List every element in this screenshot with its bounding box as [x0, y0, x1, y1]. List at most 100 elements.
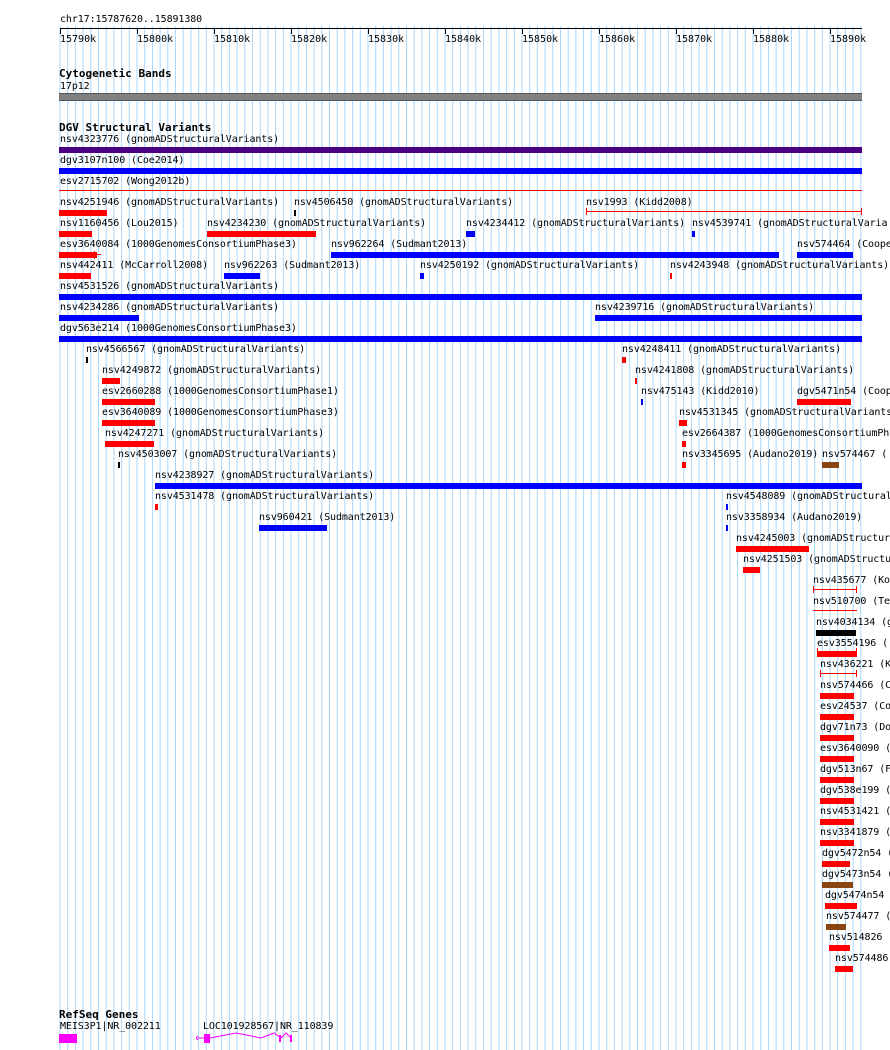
- variant-bar[interactable]: [682, 462, 686, 468]
- variant-bar[interactable]: [59, 147, 862, 153]
- variant-bar[interactable]: [102, 420, 155, 426]
- variant-bar[interactable]: [813, 589, 857, 590]
- variant-label[interactable]: nsv4323776 (gnomADStructuralVariants): [60, 134, 279, 146]
- variant-label[interactable]: nsv4251503 (gnomADStructu: [743, 554, 890, 566]
- variant-bar[interactable]: [820, 840, 854, 846]
- variant-label[interactable]: dgv71n73 (Do: [820, 722, 890, 734]
- variant-bar[interactable]: [155, 483, 862, 489]
- variant-bar[interactable]: [595, 315, 862, 321]
- variant-bar[interactable]: [820, 819, 854, 825]
- gene-meis3p1[interactable]: [59, 1034, 77, 1043]
- variant-label[interactable]: nsv4539741 (gnomADStructuralVaria: [692, 218, 887, 230]
- variant-label[interactable]: nsv4531345 (gnomADStructuralVariants: [679, 407, 890, 419]
- variant-bar[interactable]: [59, 168, 862, 174]
- variant-label[interactable]: nsv3341879 (: [820, 827, 890, 839]
- variant-bar[interactable]: [586, 211, 862, 212]
- cytoband-bar[interactable]: [59, 93, 862, 101]
- variant-bar[interactable]: [622, 357, 626, 363]
- variant-bar[interactable]: [420, 273, 424, 279]
- variant-label[interactable]: nsv4531421 (: [820, 806, 890, 818]
- variant-bar[interactable]: [822, 882, 853, 888]
- variant-label[interactable]: nsv4506450 (gnomADStructuralVariants): [294, 197, 513, 209]
- variant-label[interactable]: dgv5472n54 (: [822, 848, 890, 860]
- variant-bar[interactable]: [641, 399, 643, 405]
- variant-label[interactable]: nsv4248411 (gnomADStructuralVariants): [622, 344, 841, 356]
- variant-bar[interactable]: [692, 231, 695, 237]
- variant-bar[interactable]: [59, 231, 92, 237]
- variant-label[interactable]: nsv4238927 (gnomADStructuralVariants): [155, 470, 374, 482]
- variant-label[interactable]: nsv1160456 (Lou2015): [60, 218, 179, 230]
- variant-bar[interactable]: [59, 336, 862, 342]
- variant-label[interactable]: nsv4245003 (gnomADStructur: [736, 533, 890, 545]
- variant-label[interactable]: esv24537 (Co: [820, 701, 890, 713]
- variant-bar[interactable]: [820, 798, 854, 804]
- variant-bar[interactable]: [743, 567, 760, 573]
- variant-bar[interactable]: [86, 357, 88, 363]
- variant-bar[interactable]: [726, 504, 728, 510]
- variant-label[interactable]: nsv1993 (Kidd2008): [586, 197, 693, 209]
- variant-label[interactable]: nsv574466 (C: [820, 680, 890, 692]
- variant-label[interactable]: dgv538e199 (: [820, 785, 890, 797]
- gene-label-meis3p1[interactable]: MEIS3P1|NR_002211: [60, 1021, 161, 1033]
- variant-label[interactable]: esv3640084 (1000GenomesConsortiumPhase3): [60, 239, 297, 251]
- variant-label[interactable]: nsv436221 (K: [820, 659, 890, 671]
- variant-label[interactable]: nsv4241808 (gnomADStructuralVariants): [635, 365, 854, 377]
- variant-bar[interactable]: [820, 777, 854, 783]
- variant-bar[interactable]: [820, 735, 854, 741]
- variant-label[interactable]: nsv962263 (Sudmant2013): [224, 260, 360, 272]
- variant-label[interactable]: nsv4531478 (gnomADStructuralVariants): [155, 491, 374, 503]
- variant-label[interactable]: nsv4566567 (gnomADStructuralVariants): [86, 344, 305, 356]
- variant-bar[interactable]: [820, 673, 857, 674]
- variant-bar[interactable]: [59, 252, 97, 258]
- variant-label[interactable]: dgv3107n100 (Coe2014): [60, 155, 184, 167]
- variant-bar[interactable]: [331, 252, 779, 258]
- variant-label[interactable]: esv2664387 (1000GenomesConsortiumPh: [682, 428, 889, 440]
- variant-bar[interactable]: [822, 861, 850, 867]
- variant-label[interactable]: nsv4250192 (gnomADStructuralVariants): [420, 260, 639, 272]
- variant-bar[interactable]: [102, 378, 120, 384]
- variant-bar[interactable]: [59, 273, 91, 279]
- variant-label[interactable]: nsv4531526 (gnomADStructuralVariants): [60, 281, 279, 293]
- variant-bar[interactable]: [294, 210, 296, 216]
- variant-bar[interactable]: [817, 651, 857, 657]
- variant-label[interactable]: nsv510700 (Te: [813, 596, 890, 608]
- variant-bar[interactable]: [797, 252, 853, 258]
- variant-label[interactable]: nsv442411 (McCarroll2008): [60, 260, 208, 272]
- variant-bar[interactable]: [736, 546, 809, 552]
- variant-bar[interactable]: [207, 231, 316, 237]
- variant-label[interactable]: nsv960421 (Sudmant2013): [259, 512, 395, 524]
- variant-bar[interactable]: [822, 462, 839, 468]
- variant-label[interactable]: nsv4239716 (gnomADStructuralVariants): [595, 302, 814, 314]
- variant-bar[interactable]: [816, 630, 856, 636]
- variant-bar[interactable]: [825, 903, 857, 909]
- variant-bar[interactable]: [829, 945, 850, 951]
- variant-label[interactable]: nsv962264 (Sudmant2013): [331, 239, 467, 251]
- variant-label[interactable]: esv3554196 (: [817, 638, 888, 650]
- variant-label[interactable]: nsv574486: [835, 953, 888, 965]
- variant-label[interactable]: nsv574477 (: [826, 911, 890, 923]
- variant-label[interactable]: nsv4548089 (gnomADStructural: [726, 491, 890, 503]
- variant-label[interactable]: dgv5473n54 (: [822, 869, 890, 881]
- variant-bar[interactable]: [466, 231, 475, 237]
- variant-label[interactable]: nsv4503007 (gnomADStructuralVariants): [118, 449, 337, 461]
- variant-bar[interactable]: [105, 441, 154, 447]
- variant-bar[interactable]: [826, 924, 846, 930]
- variant-label[interactable]: nsv3358934 (Audano2019): [726, 512, 862, 524]
- variant-bar[interactable]: [224, 273, 260, 279]
- variant-bar[interactable]: [259, 525, 327, 531]
- variant-label[interactable]: dgv513n67 (F: [820, 764, 890, 776]
- variant-label[interactable]: dgv563e214 (1000GenomesConsortiumPhase3): [60, 323, 297, 335]
- variant-bar[interactable]: [682, 441, 686, 447]
- variant-label[interactable]: nsv574467 (: [822, 449, 887, 461]
- variant-label[interactable]: nsv4249872 (gnomADStructuralVariants): [102, 365, 321, 377]
- variant-label[interactable]: nsv4234230 (gnomADStructuralVariants): [207, 218, 426, 230]
- variant-label[interactable]: nsv4247271 (gnomADStructuralVariants): [105, 428, 324, 440]
- variant-bar[interactable]: [118, 462, 120, 468]
- variant-label[interactable]: esv3640090 (: [820, 743, 890, 755]
- variant-bar[interactable]: [59, 190, 862, 191]
- variant-label[interactable]: nsv4234412 (gnomADStructuralVariants): [466, 218, 685, 230]
- variant-label[interactable]: nsv4243948 (gnomADStructuralVariants): [670, 260, 889, 272]
- variant-bar[interactable]: [59, 294, 862, 300]
- variant-bar[interactable]: [59, 210, 107, 216]
- variant-label[interactable]: dgv5471n54 (Coop: [797, 386, 890, 398]
